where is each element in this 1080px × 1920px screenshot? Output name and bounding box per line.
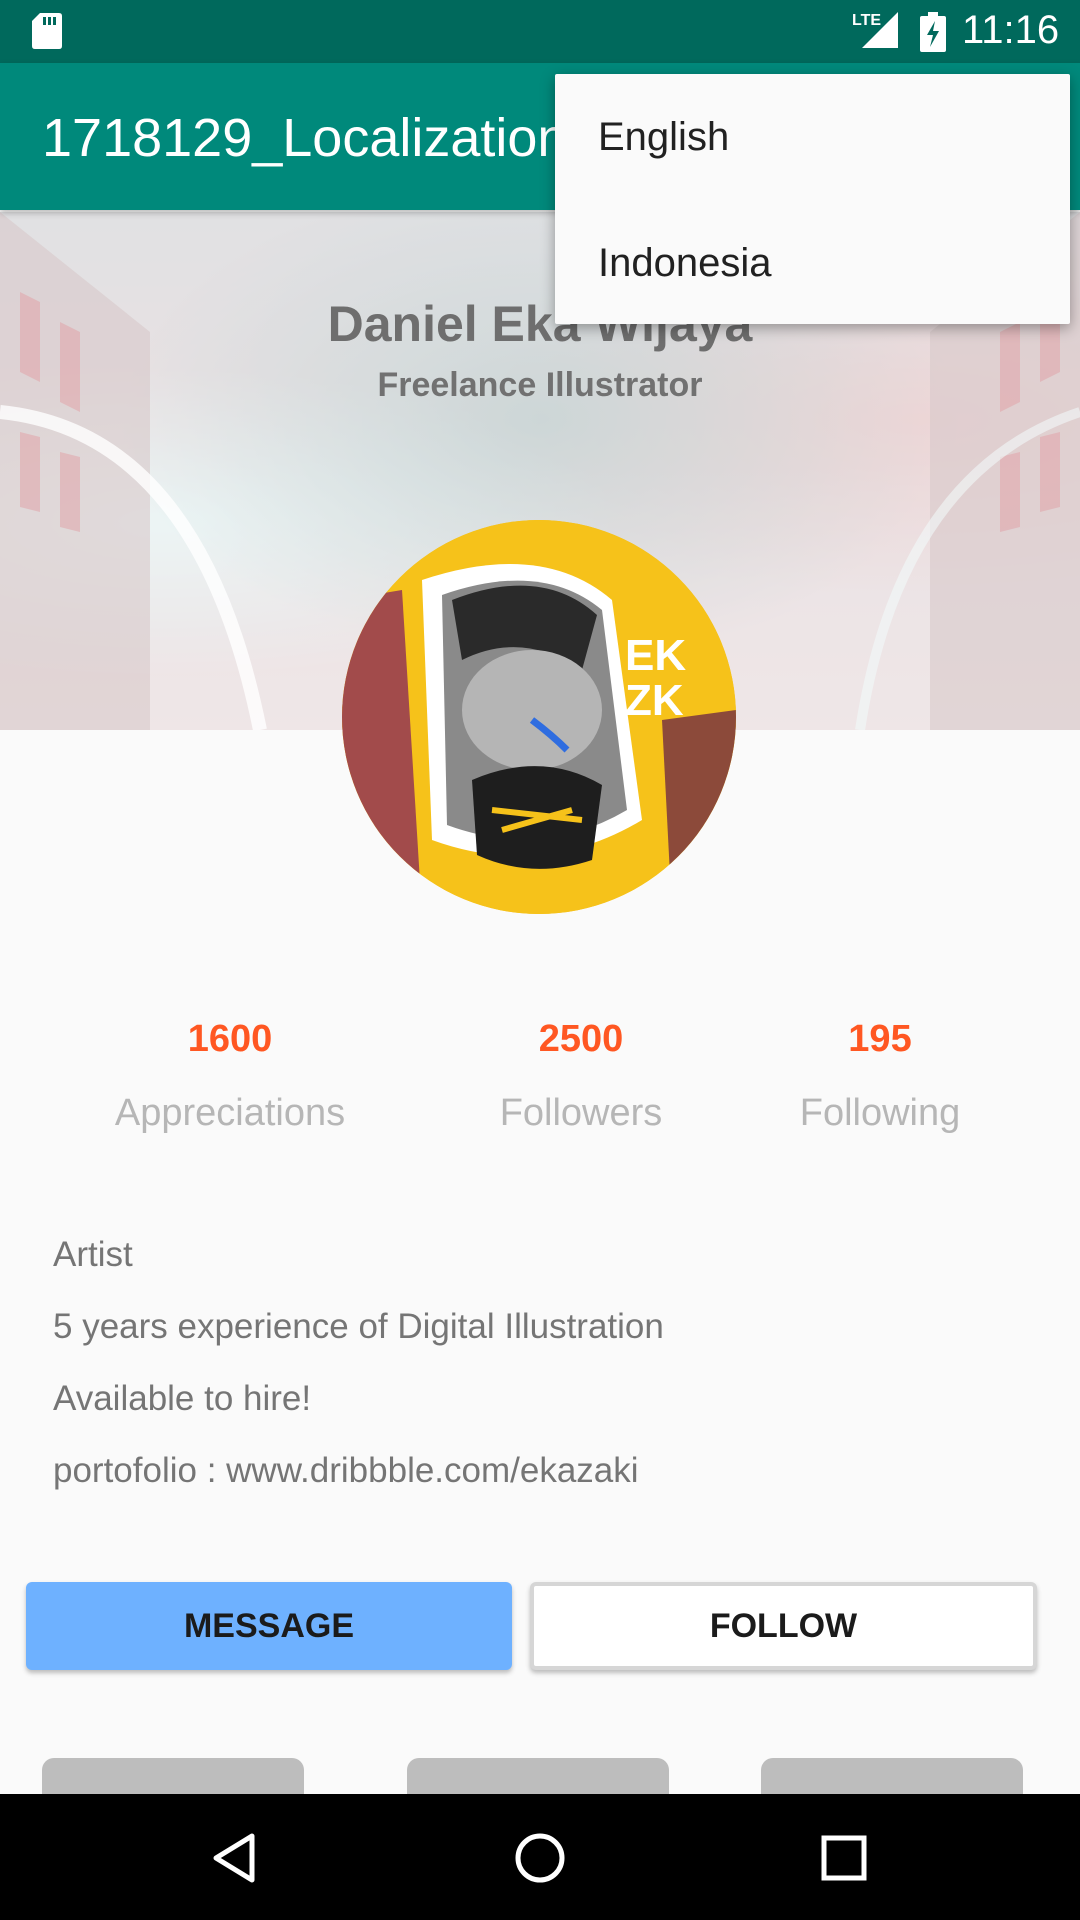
menu-item-indonesia[interactable]: Indonesia [598,241,771,286]
svg-text:ZK: ZK [625,676,684,725]
profile-subtitle: Freelance Illustrator [377,366,703,404]
avatar-illustration: EK ZK [342,520,736,914]
bio-line: portofolio : www.dribbble.com/ekazaki [53,1451,639,1490]
bio-line: 5 years experience of Digital Illustrati… [53,1307,664,1346]
bio-line: Available to hire! [53,1379,312,1418]
bio-line: Artist [53,1235,133,1274]
menu-item-english[interactable]: English [598,115,729,160]
sd-card-icon [32,13,62,49]
status-bar: LTE 11:16 [0,0,1080,63]
app-title: 1718129_Localization [42,108,568,168]
clock: 11:16 [962,8,1060,52]
message-button[interactable]: MESSAGE [26,1582,512,1670]
stat-following-label: Following [799,1092,961,1134]
stat-appreciations-label: Appreciations [114,1092,346,1134]
recents-icon[interactable] [816,1830,872,1886]
svg-text:EK: EK [625,631,686,680]
stat-followers-label: Followers [499,1092,663,1134]
battery-charging-icon [920,12,946,52]
signal-icon [862,12,898,48]
navigation-bar [0,1794,1080,1920]
stat-following-value: 195 [848,1018,912,1060]
stat-appreciations-value: 1600 [187,1018,273,1060]
stat-followers-value: 2500 [538,1018,624,1060]
back-icon[interactable] [208,1830,264,1886]
language-menu: English Indonesia [555,74,1070,324]
avatar: EK ZK [342,520,736,914]
follow-button[interactable]: FOLLOW [530,1582,1037,1670]
home-icon[interactable] [512,1830,568,1886]
